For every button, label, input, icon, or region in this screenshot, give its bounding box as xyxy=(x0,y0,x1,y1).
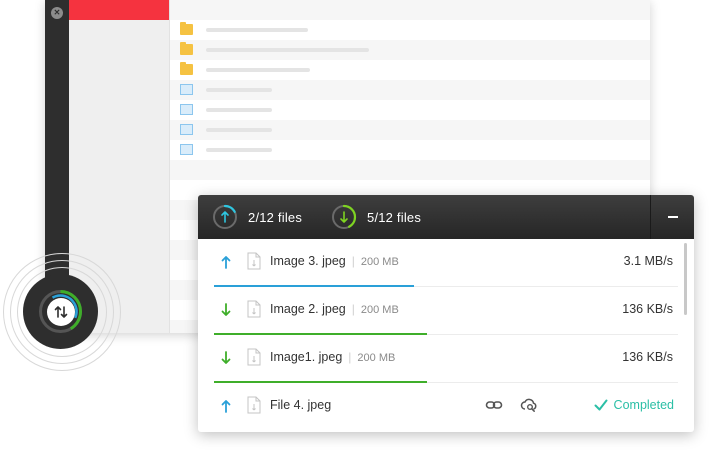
file-size: 200 MB xyxy=(360,304,399,316)
folder-icon xyxy=(180,62,193,75)
arrow-up-icon xyxy=(221,400,231,413)
brand-bar xyxy=(69,0,169,20)
download-total: /12 files xyxy=(374,209,422,225)
upload-summary: 2/12 files xyxy=(212,195,302,239)
list-item[interactable] xyxy=(170,100,650,120)
list-item[interactable] xyxy=(170,20,650,40)
file-name: Image 2. jpeg xyxy=(270,302,346,316)
transfer-panel: 2/12 files 5/12 files Image 3. jpeg | 20… xyxy=(198,195,694,432)
arrow-down-icon xyxy=(340,211,348,223)
document-icon xyxy=(247,252,261,270)
list-item[interactable] xyxy=(170,120,650,140)
cloud-share-icon[interactable] xyxy=(520,397,538,413)
transfer-list-scrollbar[interactable] xyxy=(684,243,687,315)
arrow-up-icon xyxy=(221,211,229,223)
transfer-panel-header: 2/12 files 5/12 files xyxy=(198,195,694,239)
image-file-icon xyxy=(180,124,193,135)
transfer-speed: 3.1 MB/s xyxy=(623,254,673,268)
document-icon xyxy=(247,348,261,366)
close-icon[interactable]: ✕ xyxy=(51,7,63,19)
swap-arrows-icon xyxy=(47,298,75,326)
download-summary: 5/12 files xyxy=(331,195,421,239)
document-icon xyxy=(247,396,261,414)
table-row[interactable]: File 4. jpeg Completed xyxy=(198,383,694,431)
list-item xyxy=(170,160,650,180)
status-label: Completed xyxy=(613,398,674,412)
image-file-icon xyxy=(180,84,193,95)
file-size: 200 MB xyxy=(360,256,399,268)
table-row[interactable]: Image1. jpeg | 200 MB 136 KB/s xyxy=(198,335,694,383)
table-row[interactable]: Image 3. jpeg | 200 MB 3.1 MB/s xyxy=(198,239,694,287)
table-row[interactable]: Image 2. jpeg | 200 MB 136 KB/s xyxy=(198,287,694,335)
file-name: File 4. jpeg xyxy=(270,398,332,412)
folder-icon xyxy=(180,22,193,35)
link-icon[interactable] xyxy=(485,397,503,413)
arrow-down-icon xyxy=(221,303,231,316)
document-icon xyxy=(247,300,261,318)
list-item[interactable] xyxy=(170,80,650,100)
upload-total: /12 files xyxy=(255,209,303,225)
file-name: Image 3. jpeg xyxy=(270,254,346,268)
image-file-icon xyxy=(180,104,193,115)
list-header xyxy=(170,0,650,20)
collapse-panel-button[interactable] xyxy=(651,195,694,239)
checkmark-icon xyxy=(594,399,608,411)
minus-icon xyxy=(667,216,678,218)
image-file-icon xyxy=(180,144,193,155)
transfer-list: Image 3. jpeg | 200 MB 3.1 MB/s Image 2. j… xyxy=(198,239,694,431)
transfer-speed: 136 KB/s xyxy=(622,302,673,316)
completed-status: Completed xyxy=(594,398,674,412)
shared-folder-icon xyxy=(180,42,193,55)
download-progress-ring xyxy=(331,204,357,230)
file-size: 200 MB xyxy=(357,352,396,364)
list-item[interactable] xyxy=(170,60,650,80)
list-item[interactable] xyxy=(170,40,650,60)
transfer-speed: 136 KB/s xyxy=(622,350,673,364)
arrow-down-icon xyxy=(221,351,231,364)
upload-progress-ring xyxy=(212,204,238,230)
file-name: Image1. jpeg xyxy=(270,350,343,364)
list-item[interactable] xyxy=(170,140,650,160)
arrow-up-icon xyxy=(221,256,231,269)
